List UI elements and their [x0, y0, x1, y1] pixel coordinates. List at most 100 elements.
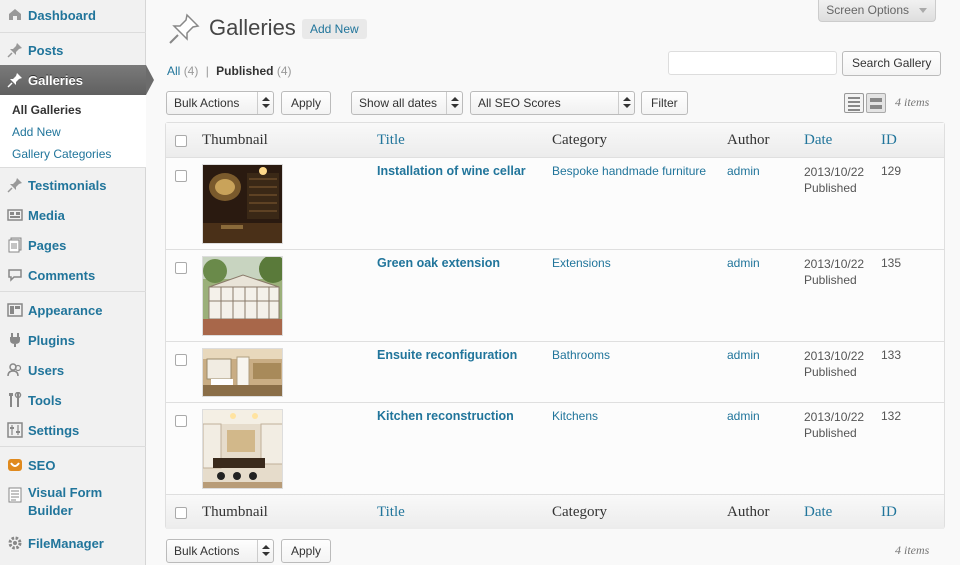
menu-divider: [0, 32, 146, 33]
pin-icon: [6, 41, 24, 59]
menu-filemanager[interactable]: FileManager: [0, 528, 146, 558]
main-content: Screen Options Galleries Add New All (4)…: [147, 0, 960, 565]
bulk-actions-value: Bulk Actions: [174, 544, 240, 558]
gallery-title-link[interactable]: Installation of wine cellar: [377, 164, 526, 178]
menu-pages-label: Pages: [28, 237, 67, 253]
menu-visual-form-builder-label: Visual Form Builder: [28, 485, 103, 518]
filter-all-count: (4): [183, 64, 199, 78]
column-title[interactable]: Title: [377, 132, 405, 149]
dates-select[interactable]: Show all dates: [351, 91, 463, 115]
column-category: Category: [552, 132, 607, 148]
menu-dashboard[interactable]: Dashboard: [0, 0, 146, 30]
category-link[interactable]: Bespoke handmade furniture: [552, 164, 706, 178]
thumbnail-image[interactable]: [202, 409, 283, 489]
column-date[interactable]: Date: [804, 504, 832, 521]
column-id[interactable]: ID: [881, 132, 897, 149]
gear-icon: [6, 534, 24, 552]
gallery-title-link[interactable]: Kitchen reconstruction: [377, 409, 514, 423]
search-input[interactable]: [668, 51, 837, 75]
filter-all-link[interactable]: All (4): [167, 64, 198, 78]
post-status: Published: [804, 181, 857, 195]
menu-visual-form-builder[interactable]: Visual Form Builder: [0, 484, 146, 524]
page-title: Galleries: [209, 15, 296, 40]
menu-plugins[interactable]: Plugins: [0, 325, 146, 355]
bulk-actions-select-bottom[interactable]: Bulk Actions: [166, 539, 274, 563]
column-id[interactable]: ID: [881, 504, 897, 521]
filter-all-label: All: [167, 64, 181, 78]
settings-icon: [6, 421, 24, 439]
column-date[interactable]: Date: [804, 132, 832, 149]
thumbnail-image[interactable]: [202, 348, 283, 397]
menu-appearance[interactable]: Appearance: [0, 295, 146, 325]
date-cell: 2013/10/22 Published: [804, 348, 864, 380]
menu-testimonials[interactable]: Testimonials: [0, 170, 146, 200]
menu-settings-label: Settings: [28, 422, 80, 438]
filter-published-link[interactable]: Published (4): [216, 64, 291, 78]
menu-settings[interactable]: Settings: [0, 415, 146, 445]
author-link[interactable]: admin: [727, 348, 760, 362]
select-all-checkbox[interactable]: [175, 135, 187, 147]
apply-button[interactable]: Apply: [281, 91, 332, 115]
submenu-gallery-categories[interactable]: Gallery Categories: [12, 147, 111, 161]
menu-tools[interactable]: Tools: [0, 385, 146, 415]
select-arrows-icon: [257, 92, 273, 114]
menu-seo[interactable]: SEO: [0, 450, 146, 480]
post-status: Published: [804, 273, 857, 287]
author-link[interactable]: admin: [727, 409, 760, 423]
apply-button-bottom[interactable]: Apply: [281, 539, 332, 563]
post-status: Published: [804, 365, 857, 379]
thumbnail-image[interactable]: [202, 256, 283, 336]
items-count: 4 items: [895, 95, 930, 109]
table-row: Kitchen reconstruction Kitchens admin 20…: [166, 403, 944, 494]
excerpt-view-icon[interactable]: [866, 93, 886, 113]
menu-appearance-label: Appearance: [28, 302, 103, 318]
menu-galleries[interactable]: Galleries: [0, 65, 154, 95]
menu-dashboard-label: Dashboard: [28, 7, 96, 23]
column-title[interactable]: Title: [377, 504, 405, 521]
row-checkbox[interactable]: [175, 170, 187, 182]
category-link[interactable]: Extensions: [552, 256, 611, 270]
author-link[interactable]: admin: [727, 164, 760, 178]
author-link[interactable]: admin: [727, 256, 760, 270]
menu-media-label: Media: [28, 207, 65, 223]
select-arrows-icon: [257, 540, 273, 562]
menu-comments[interactable]: Comments: [0, 260, 146, 290]
comments-icon: [6, 266, 24, 284]
filter-button[interactable]: Filter: [641, 91, 688, 115]
pushpin-icon: [167, 12, 201, 46]
select-arrows-icon: [446, 92, 462, 114]
galleries-table: Thumbnail Title Category Author Date ID: [165, 122, 945, 529]
column-thumbnail: Thumbnail: [202, 132, 268, 148]
menu-pages[interactable]: Pages: [0, 230, 146, 260]
pin-icon: [6, 71, 24, 89]
screen-options-button[interactable]: Screen Options: [818, 0, 936, 22]
menu-posts[interactable]: Posts: [0, 35, 146, 65]
bulk-actions-select[interactable]: Bulk Actions: [166, 91, 274, 115]
submenu-all-galleries[interactable]: All Galleries: [12, 103, 81, 117]
list-view-icon[interactable]: [844, 93, 864, 113]
gallery-title-link[interactable]: Ensuite reconfiguration: [377, 348, 517, 362]
form-builder-icon: [6, 486, 24, 504]
select-all-checkbox[interactable]: [175, 507, 187, 519]
menu-media[interactable]: Media: [0, 200, 146, 230]
gallery-title-link[interactable]: Green oak extension: [377, 256, 500, 270]
date-cell: 2013/10/22 Published: [804, 409, 864, 441]
screen-options-label: Screen Options: [826, 3, 909, 17]
appearance-icon: [6, 301, 24, 319]
menu-plugins-label: Plugins: [28, 332, 75, 348]
row-checkbox[interactable]: [175, 262, 187, 274]
menu-galleries-label: Galleries: [28, 72, 83, 88]
search-gallery-button[interactable]: Search Gallery: [842, 51, 942, 76]
submenu-add-new[interactable]: Add New: [12, 125, 61, 139]
thumbnail-image[interactable]: [202, 164, 283, 244]
filter-published-label: Published: [216, 64, 274, 78]
row-checkbox[interactable]: [175, 415, 187, 427]
category-link[interactable]: Kitchens: [552, 409, 598, 423]
menu-divider: [0, 291, 146, 292]
seo-scores-select[interactable]: All SEO Scores: [470, 91, 635, 115]
category-link[interactable]: Bathrooms: [552, 348, 610, 362]
menu-users[interactable]: Users: [0, 355, 146, 385]
add-new-button[interactable]: Add New: [302, 19, 367, 39]
row-checkbox[interactable]: [175, 354, 187, 366]
column-category: Category: [552, 504, 607, 520]
